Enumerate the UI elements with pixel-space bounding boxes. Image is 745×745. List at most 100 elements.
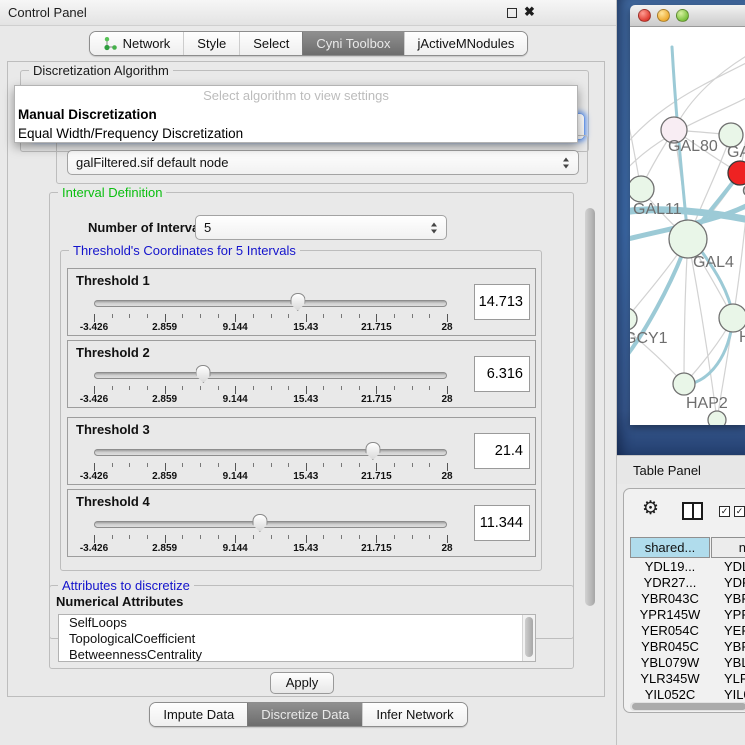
network-node[interactable] [719,304,745,332]
table-cell[interactable]: YBR0 [717,639,745,655]
table-row[interactable]: YBR045C YBR0 [630,639,745,655]
table-cell[interactable]: YLR3 [717,671,745,687]
table-cell[interactable]: YER0 [717,623,745,639]
threshold-value-field[interactable]: 14.713 [474,284,530,320]
scrollbar-thumb[interactable] [632,703,745,710]
network-canvas[interactable]: GAL80GACGAL11GAL4GCY1HHAP2 [630,27,745,425]
network-window-titlebar[interactable] [630,5,745,27]
settings-gear-icon[interactable]: ⚙ [642,497,659,520]
table-row[interactable]: YBR043C YBR0 [630,591,745,607]
tab-select[interactable]: Select [239,32,302,55]
table-cell[interactable]: YLR345W [630,671,710,687]
threshold-slider[interactable]: -3.4262.8599.14415.4321.71528 [94,512,447,554]
table-cell[interactable]: YBL0 [717,655,745,671]
tick-label: 9.144 [223,322,248,333]
combo-arrows-icon[interactable] [563,157,570,168]
list-item[interactable]: TopologicalCoefficient [59,631,535,647]
network-graph[interactable]: GAL80GACGAL11GAL4GCY1HHAP2 [630,27,745,425]
list-item[interactable]: BetweennessCentrality [59,647,535,662]
close-traffic-light-icon[interactable] [638,9,651,22]
close-icon[interactable]: ✖ [524,4,535,20]
zoom-traffic-light-icon[interactable] [676,9,689,22]
slider-track[interactable] [94,372,447,379]
algorithm-option[interactable]: Equal Width/Frequency Discretization [15,124,577,143]
table-cell[interactable]: YBL079W [630,655,710,671]
table-row[interactable]: YLR345W YLR3 [630,671,745,687]
tab-style[interactable]: Style [183,32,239,55]
scrollbar-thumb[interactable] [525,617,533,657]
threshold-value-field[interactable]: 21.4 [474,433,530,469]
tab-cyni-toolbox[interactable]: Cyni Toolbox [302,32,403,55]
checkbox-icon[interactable]: ✓ [719,506,730,517]
table-row[interactable]: YBL079W YBL0 [630,655,745,671]
threshold-value-field[interactable]: 11.344 [474,505,530,541]
slider-track[interactable] [94,521,447,528]
table-row[interactable]: YDL19... YDL1 [630,559,745,575]
tab-impute-data[interactable]: Impute Data [150,703,247,726]
threshold-label: Threshold 4 [76,494,150,509]
network-node[interactable] [630,308,637,330]
network-node[interactable] [708,411,726,425]
table-cell[interactable]: YPR1 [717,607,745,623]
tab-infer-network[interactable]: Infer Network [362,703,466,726]
table-cell[interactable]: YDL1 [717,559,745,575]
threshold-value-field[interactable]: 6.316 [474,356,530,392]
list-scrollbar[interactable] [522,615,535,661]
table-row[interactable]: YER054C YER0 [630,623,745,639]
table-row[interactable]: YIL052C YIL0 [630,687,745,700]
table-card: ⚙ ✓ ✓ shared...na YDL19...YDL1YDR27...YD… [623,488,745,713]
table-horizontal-scrollbar[interactable] [630,702,745,711]
table-cell[interactable]: YDR27... [630,575,710,591]
threshold-slider[interactable]: -3.4262.8599.14415.4321.71528 [94,291,447,333]
spinner-arrows-icon[interactable] [431,222,438,233]
table-cell[interactable]: YBR0 [717,591,745,607]
slider-handle-icon[interactable] [252,514,267,532]
column-header[interactable]: shared... [630,537,710,558]
tick-mark [376,386,377,394]
threshold-slider[interactable]: -3.4262.8599.14415.4321.71528 [94,363,447,405]
threshold-slider[interactable]: -3.4262.8599.14415.4321.71528 [94,440,447,482]
tick-mark [182,314,183,318]
table-cell[interactable]: YIL052C [630,687,710,700]
table-cell[interactable]: YPR145W [630,607,710,623]
network-edge[interactable] [684,239,688,384]
column-header[interactable]: na [711,537,745,558]
slider-handle-icon[interactable] [290,293,305,311]
table-data-combobox[interactable]: galFiltered.sif default node [67,150,579,175]
tab-network[interactable]: Network [90,32,184,55]
float-window-icon[interactable] [507,8,517,18]
slider-handle-icon[interactable] [365,442,380,460]
table-cell[interactable]: YDL19... [630,559,710,575]
table-cell[interactable]: YIL0 [717,687,745,700]
minimize-traffic-light-icon[interactable] [657,9,670,22]
tab-discretize-data[interactable]: Discretize Data [247,703,362,726]
group-title: Interval Definition [58,185,166,200]
table-cell[interactable]: YER054C [630,623,710,639]
scrollbar-thumb[interactable] [585,208,595,606]
slider-track[interactable] [94,449,447,456]
table-cell[interactable]: YDR2 [717,575,745,591]
attributes-list[interactable]: SelfLoopsTopologicalCoefficientBetweenne… [58,614,536,662]
table-row[interactable]: YPR145W YPR1 [630,607,745,623]
tab-jactivemnodules[interactable]: jActiveMNodules [404,32,528,55]
apply-button[interactable]: Apply [270,672,334,694]
checkbox-icon[interactable]: ✓ [734,506,745,517]
num-intervals-spinner[interactable]: 5 [195,215,447,240]
network-node[interactable] [669,220,707,258]
network-node[interactable] [630,176,654,202]
table-cell[interactable]: YBR045C [630,639,710,655]
content-vertical-scrollbar[interactable] [583,200,597,667]
split-columns-icon[interactable] [682,502,703,520]
list-item[interactable]: SelfLoops [59,615,535,631]
threshold-panel: Threshold 2-3.4262.8599.14415.4321.71528… [67,340,536,408]
network-node[interactable] [673,373,695,395]
bottom-tabs-group: Impute DataDiscretize DataInfer Network [149,702,467,727]
node-label: GAL80 [668,138,718,155]
table-cell[interactable]: YBR043C [630,591,710,607]
slider-track[interactable] [94,300,447,307]
table-row[interactable]: YDR27... YDR2 [630,575,745,591]
network-edge[interactable] [674,55,745,130]
network-node[interactable] [728,161,745,185]
algorithm-option[interactable]: Manual Discretization [15,105,577,124]
slider-handle-icon[interactable] [196,365,211,383]
